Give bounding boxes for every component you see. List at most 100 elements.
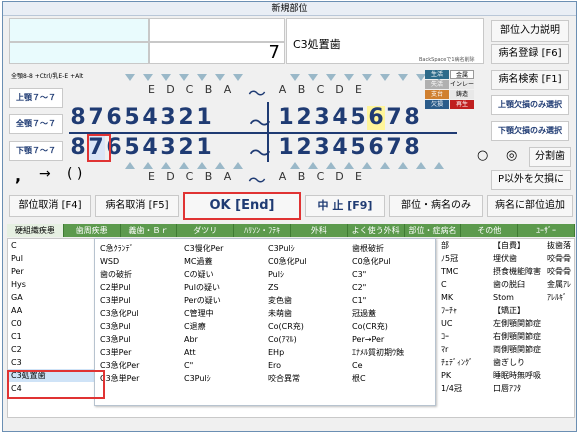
- tooth-digit[interactable]: 7: [385, 106, 403, 130]
- tooth-digit[interactable]: 3: [313, 136, 331, 160]
- list-item[interactable]: C3急化Per: [97, 359, 181, 372]
- list-item[interactable]: 冠過蓋: [349, 307, 435, 320]
- tooth-digit[interactable]: 7: [87, 106, 105, 130]
- list-item[interactable]: 【自費】: [490, 239, 542, 252]
- tab-dislodge[interactable]: ダツリ: [177, 224, 235, 237]
- list-item[interactable]: 歯の脱臼: [490, 278, 542, 291]
- tooth-digit[interactable]: 8: [403, 106, 421, 130]
- list-item[interactable]: C3Pulｼ: [181, 372, 265, 385]
- list-item[interactable]: PK: [438, 369, 488, 382]
- list-item[interactable]: 摂食機能障害: [490, 265, 542, 278]
- list-item[interactable]: ｺｰ: [438, 330, 488, 343]
- list-item[interactable]: Pulの疑い: [181, 281, 265, 294]
- list-item[interactable]: 未萌歯: [265, 307, 349, 320]
- tooth-digit[interactable]: 1: [277, 136, 295, 160]
- tooth-digit[interactable]: 7: [385, 136, 403, 160]
- list-item[interactable]: AA: [8, 304, 94, 317]
- tooth-letter[interactable]: B: [199, 83, 218, 97]
- tooth-letter[interactable]: B: [199, 170, 218, 184]
- list-item[interactable]: C": [181, 359, 265, 372]
- lower-arch-button[interactable]: 下顎７～７: [9, 141, 63, 161]
- list-item[interactable]: 口唇ｱﾌﾀ: [490, 382, 542, 395]
- list-item[interactable]: C急ｸﾗﾝﾃﾞ: [97, 242, 181, 255]
- list-item[interactable]: GA: [8, 291, 94, 304]
- list-item[interactable]: 抜歯落: [544, 239, 574, 252]
- list-item[interactable]: ｱﾚﾙｷﾞ: [544, 291, 574, 304]
- list-item[interactable]: Per: [8, 265, 94, 278]
- list-item[interactable]: Stom: [490, 291, 542, 304]
- list-item[interactable]: 【矯正】: [490, 304, 542, 317]
- split-tooth-button[interactable]: 分割歯: [529, 147, 571, 167]
- radio-option-2[interactable]: ◎: [506, 148, 517, 163]
- list-item[interactable]: ﾏr: [438, 343, 488, 356]
- list-item[interactable]: C0急化Pul: [265, 255, 349, 268]
- tooth-digit[interactable]: 2: [295, 106, 313, 130]
- list-item[interactable]: ﾌｰﾁｬ: [438, 304, 488, 317]
- cancel-name-button[interactable]: 病名取消 [F5]: [95, 195, 179, 217]
- tooth-digit[interactable]: 6: [105, 106, 123, 130]
- list-item[interactable]: 埋伏歯: [490, 252, 542, 265]
- list-item[interactable]: UC: [438, 317, 488, 330]
- tooth-digit[interactable]: 2: [177, 106, 195, 130]
- tooth-digit[interactable]: 4: [331, 106, 349, 130]
- tooth-letter[interactable]: A: [273, 170, 292, 184]
- list-item[interactable]: C1: [8, 330, 94, 343]
- list-item[interactable]: C管理中: [181, 307, 265, 320]
- list-item[interactable]: ﾁｪﾃﾞｨﾝｸﾞ: [438, 356, 488, 369]
- list-item[interactable]: C3急Pul: [97, 320, 181, 333]
- mark-non-p-missing-button[interactable]: P以外を欠損に: [491, 170, 571, 190]
- tooth-letter[interactable]: B: [292, 83, 311, 97]
- tab-fracture[interactable]: ﾊﾘｿﾝ・ﾌﾃｷ: [234, 224, 291, 237]
- list-item[interactable]: C: [8, 239, 94, 252]
- tab-surgery[interactable]: 外科: [290, 224, 348, 237]
- list-item[interactable]: MK: [438, 291, 488, 304]
- tooth-letter[interactable]: E: [142, 83, 161, 97]
- input-field-2[interactable]: [9, 42, 149, 64]
- tooth-letter[interactable]: E: [349, 83, 368, 97]
- list-item[interactable]: 金属ｱﾚ: [544, 278, 574, 291]
- list-item[interactable]: Co(CR充): [349, 320, 435, 333]
- list-item[interactable]: C3Pulｼ: [265, 242, 349, 255]
- upper-arch-button[interactable]: 上顎７～７: [9, 88, 63, 108]
- tooth-letter[interactable]: C: [180, 170, 199, 184]
- full-arch-button[interactable]: 全顎７～７: [9, 114, 63, 134]
- tooth-digit[interactable]: 3: [313, 106, 331, 130]
- list-item[interactable]: C3: [8, 356, 94, 369]
- list-item[interactable]: 変色歯: [265, 294, 349, 307]
- list-item[interactable]: C3急Pul: [97, 333, 181, 346]
- list-item[interactable]: Co(ｱﾏﾙ): [265, 333, 349, 346]
- list-item[interactable]: MC過蓋: [181, 255, 265, 268]
- tooth-digit[interactable]: 6: [367, 136, 385, 160]
- list-item[interactable]: 睡眠時無呼吸: [490, 369, 542, 382]
- list-item[interactable]: Ce: [349, 359, 435, 372]
- list-item[interactable]: C3急化Pul: [97, 307, 181, 320]
- list-item[interactable]: ｴﾅﾒﾙ質初期ｳ蝕: [349, 346, 435, 359]
- list-item[interactable]: 部: [438, 239, 488, 252]
- list-item[interactable]: Perの疑い: [181, 294, 265, 307]
- site-name-only-button[interactable]: 部位・病名のみ: [389, 195, 483, 217]
- tooth-digit[interactable]: 4: [331, 136, 349, 160]
- list-item[interactable]: 咬骨骨: [544, 265, 574, 278]
- list-item[interactable]: Co(CR充): [265, 320, 349, 333]
- tooth-digit[interactable]: 8: [403, 136, 421, 160]
- list-item[interactable]: 咬合異常: [265, 372, 349, 385]
- tooth-letter[interactable]: E: [349, 170, 368, 184]
- list-item[interactable]: ZS: [265, 281, 349, 294]
- tooth-digit[interactable]: 4: [141, 136, 159, 160]
- list-item[interactable]: Abr: [181, 333, 265, 346]
- arrow-key[interactable]: →: [39, 166, 51, 182]
- tooth-digit[interactable]: 5: [123, 136, 141, 160]
- stop-button[interactable]: 中 止 [F9]: [305, 195, 385, 217]
- tab-denture[interactable]: 義歯・Ｂｒ: [120, 224, 178, 237]
- lower-missing-only-button[interactable]: 下顎欠損のみ選択: [491, 121, 569, 141]
- list-item[interactable]: Pul: [8, 252, 94, 265]
- tooth-letter[interactable]: D: [330, 170, 349, 184]
- radio-option-1[interactable]: ○: [477, 148, 488, 163]
- tooth-digit[interactable]: 5: [349, 136, 367, 160]
- list-item[interactable]: 歯の破折: [97, 268, 181, 281]
- tab-other[interactable]: その他: [461, 224, 519, 237]
- list-item[interactable]: 根C: [349, 372, 435, 385]
- list-item[interactable]: Hys: [8, 278, 94, 291]
- diagnosis-field[interactable]: C3処置歯 BackSpaceで1病名削除: [286, 18, 484, 64]
- list-item[interactable]: Ero: [265, 359, 349, 372]
